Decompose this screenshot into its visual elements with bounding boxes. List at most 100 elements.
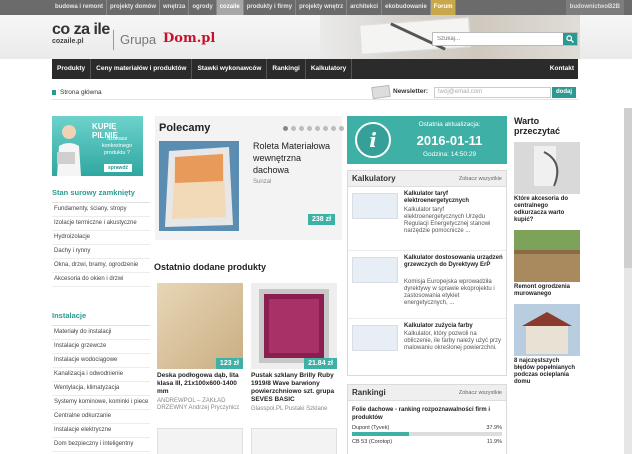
product-card[interactable]: 123 zł Deska podłogowa dąb, lita klasa I…: [157, 283, 243, 412]
site-logo[interactable]: co za ile cozaile.pl: [52, 22, 110, 46]
promo-banner[interactable]: KUPIĘ PILNIE Szukasz konkretnego produkt…: [52, 116, 143, 176]
category-link[interactable]: Izolacje termiczne i akustyczne: [52, 217, 150, 231]
product-image-floor: 123 zł: [157, 283, 243, 369]
article-image-vacuum[interactable]: [514, 142, 580, 194]
category-link[interactable]: Instalacje wodociągowe: [52, 354, 150, 368]
product-price-badge: 123 zł: [215, 358, 243, 369]
product-card-next[interactable]: [157, 428, 243, 454]
last-update-label: Ostatnia aktualizacja:: [418, 121, 481, 128]
ranking-bar-fill: [352, 432, 409, 436]
carousel-dot[interactable]: [299, 126, 304, 131]
last-update-date: 2016-01-11: [416, 133, 483, 148]
portal-link[interactable]: ekobudowanie: [382, 0, 431, 15]
category-link[interactable]: Dom bezpieczny i inteligentny: [52, 438, 150, 452]
carousel-dot[interactable]: [283, 126, 288, 131]
portal-link[interactable]: architekci: [347, 0, 383, 15]
article-image-house[interactable]: [514, 304, 580, 356]
calculator-thumbnail: [352, 325, 398, 351]
article-title[interactable]: Remont ogrodzenia murowanego: [514, 284, 580, 298]
portal-link[interactable]: wnętrza: [160, 0, 190, 15]
nav-item[interactable]: Stawki wykonawców: [192, 59, 268, 79]
calculator-item[interactable]: Kalkulator taryf elektroenergetycznych K…: [348, 187, 506, 251]
wood-plank-image: [157, 283, 243, 369]
newsletter-add-button[interactable]: dodaj: [552, 87, 576, 98]
category-link[interactable]: Wentylacja, klimatyzacja: [52, 382, 150, 396]
grupa-label: Grupa: [113, 30, 156, 50]
calculator-item[interactable]: Kalkulator zużycia farby Kalkulator, któ…: [348, 319, 506, 375]
category-link[interactable]: Akcesoria do okien i drzwi: [52, 273, 150, 287]
category-link[interactable]: Dachy i rynny: [52, 245, 150, 259]
category-heading[interactable]: Instalacje: [52, 311, 150, 326]
category-link[interactable]: Kanalizacja i odwodnienie: [52, 368, 150, 382]
calculator-title: Kalkulator zużycia farby: [404, 323, 473, 329]
portal-link[interactable]: budowa i remont: [52, 0, 107, 15]
carousel-dot[interactable]: [323, 126, 328, 131]
portal-link[interactable]: ogrody: [189, 0, 217, 15]
category-link[interactable]: Okna, drzwi, bramy, ogrodzenie: [52, 259, 150, 273]
recommended-heading: Polecamy: [159, 122, 211, 134]
newsletter-email-field[interactable]: twój@email.com: [434, 87, 551, 98]
portal-link[interactable]: cozaile: [216, 0, 244, 15]
last-update-time: Godzina: 14:50:29: [422, 151, 477, 158]
portal-link[interactable]: produkty i firmy: [244, 0, 297, 15]
carousel-dots: [283, 126, 344, 131]
product-card[interactable]: 21.84 zł Pustak szklany Brilly Ruby 1919…: [251, 283, 337, 413]
nav-contact[interactable]: Kontakt: [550, 59, 574, 79]
product-image-glass-block: 21.84 zł: [251, 283, 337, 369]
dom-logo[interactable]: Dom.pl: [163, 31, 215, 46]
category-link[interactable]: Fundamenty, ściany, stropy: [52, 203, 150, 217]
article-title[interactable]: 8 najczęstszych błędów popełnianych podc…: [514, 358, 580, 386]
promo-text: Szukasz konkretnego produktu ?: [101, 136, 133, 156]
search-button[interactable]: [563, 33, 577, 45]
rankings-see-all-link[interactable]: Zobacz wszystkie: [459, 390, 502, 396]
product-seller: ANDREWPOL – ZAKŁAD DRZEWNY Andrzej Prycz…: [157, 398, 240, 411]
logo-text: co za ile: [52, 21, 110, 38]
nav-item[interactable]: Ceny materiałów i produktów: [91, 59, 193, 79]
search-input[interactable]: [433, 33, 561, 45]
calculator-item[interactable]: Kalkulator dostosowania urządzeń grzewcz…: [348, 251, 506, 319]
carousel-dot[interactable]: [307, 126, 312, 131]
calculators-panel: Kalkulatory Zobacz wszystkie Kalkulator …: [347, 170, 507, 376]
ranking-entry-value: 11.9%: [486, 439, 502, 445]
recommended-product-title[interactable]: Roleta Materiałowa wewnętrzna dachowa: [253, 140, 339, 176]
category-link[interactable]: Instalacje grzewcze: [52, 340, 150, 354]
breadcrumb[interactable]: Strona główna: [52, 89, 102, 96]
article-image-fence[interactable]: [514, 230, 580, 282]
product-name: Deska podłogowa dąb, lita klasa III, 21x…: [157, 372, 239, 395]
product-card-next[interactable]: [251, 428, 337, 454]
category-link[interactable]: Hydroizolacje: [52, 231, 150, 245]
calculators-see-all-link[interactable]: Zobacz wszystkie: [459, 176, 502, 182]
ranking-item[interactable]: Folie dachowe - ranking rozpoznawalności…: [348, 406, 506, 445]
calculator-thumbnail: [352, 257, 398, 283]
nav-item[interactable]: Produkty: [52, 59, 92, 79]
portal-link[interactable]: Forum: [430, 0, 457, 15]
envelope-icon: [371, 84, 391, 100]
category-link[interactable]: Systemy kominowe, kominki i piece: [52, 396, 150, 410]
portal-link[interactable]: projekty wnętrz: [296, 0, 348, 15]
person-icon: [57, 125, 81, 176]
category-heading[interactable]: Stan surowy zamknięty: [52, 188, 150, 203]
glass-block-image: [251, 283, 337, 369]
search-box: [432, 32, 578, 46]
recommended-product-image[interactable]: [159, 141, 239, 231]
b2b-link[interactable]: budownictwoB2B: [565, 0, 624, 15]
rankings-header: Rankingi Zobacz wszystkie: [348, 385, 506, 401]
carousel-dot[interactable]: [331, 126, 336, 131]
article-title[interactable]: Które akcesoria do centralnego odkurzacz…: [514, 196, 580, 224]
nav-item[interactable]: Rankingi: [267, 59, 306, 79]
promo-check-button[interactable]: sprawdź: [104, 164, 133, 172]
side-scroll-tab[interactable]: [620, 108, 632, 454]
carousel-dot[interactable]: [315, 126, 320, 131]
category-link[interactable]: Instalacje elektryczne: [52, 424, 150, 438]
roof-window-image: [159, 141, 239, 231]
category-link[interactable]: Materiały do instalacji: [52, 326, 150, 340]
carousel-dot[interactable]: [291, 126, 296, 131]
house-photo: [514, 304, 580, 356]
nav-item[interactable]: Kalkulatory: [306, 59, 353, 79]
ranking-entry-name: CB 53 (Corotop): [352, 439, 393, 445]
carousel-dot[interactable]: [339, 126, 344, 131]
portal-link[interactable]: projekty domów: [107, 0, 161, 15]
portal-links: budowa i remont projekty domów wnętrza ogro…: [52, 0, 457, 15]
category-link[interactable]: Centralne odkurzanie: [52, 410, 150, 424]
recommended-price-badge: 238 zł: [308, 214, 336, 225]
